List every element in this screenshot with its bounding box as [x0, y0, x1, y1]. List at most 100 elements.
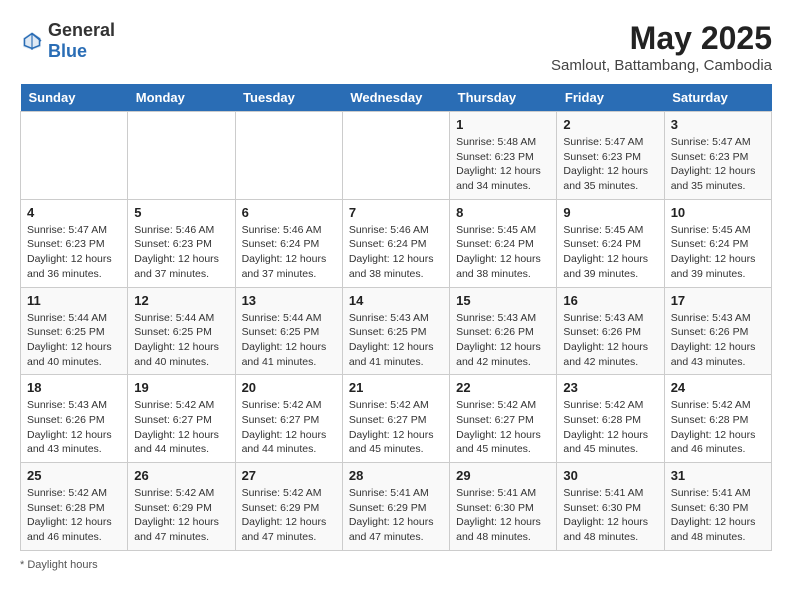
day-number: 15	[456, 293, 550, 308]
day-info: Sunrise: 5:44 AM Sunset: 6:25 PM Dayligh…	[27, 311, 121, 370]
logo-general: General	[48, 20, 115, 40]
day-info: Sunrise: 5:43 AM Sunset: 6:26 PM Dayligh…	[671, 311, 765, 370]
calendar-cell: 17 Sunrise: 5:43 AM Sunset: 6:26 PM Dayli…	[664, 287, 771, 375]
day-number: 4	[27, 205, 121, 220]
calendar-week-0: 1 Sunrise: 5:48 AM Sunset: 6:23 PM Daylig…	[21, 112, 772, 200]
day-header-wednesday: Wednesday	[342, 84, 449, 112]
day-info: Sunrise: 5:47 AM Sunset: 6:23 PM Dayligh…	[27, 223, 121, 282]
calendar-cell: 8Sunrise: 5:45 AM Sunset: 6:24 PM Daylig…	[450, 199, 557, 287]
calendar-cell: 7 Sunrise: 5:46 AM Sunset: 6:24 PM Daylig…	[342, 199, 449, 287]
calendar-cell: 13Sunrise: 5:44 AM Sunset: 6:25 PM Dayli…	[235, 287, 342, 375]
day-info: Sunrise: 5:43 AM Sunset: 6:26 PM Dayligh…	[563, 311, 657, 370]
calendar-week-1: 4 Sunrise: 5:47 AM Sunset: 6:23 PM Daylig…	[21, 199, 772, 287]
calendar-cell: 9Sunrise: 5:45 AM Sunset: 6:24 PM Daylig…	[557, 199, 664, 287]
calendar-cell: 27 Sunrise: 5:42 AM Sunset: 6:29 PM Dayli…	[235, 463, 342, 551]
calendar-cell: 15Sunrise: 5:43 AM Sunset: 6:26 PM Dayli…	[450, 287, 557, 375]
day-number: 18	[27, 380, 121, 395]
day-info: Sunrise: 5:47 AM Sunset: 6:23 PM Dayligh…	[563, 135, 657, 194]
footer-note: * Daylight hours	[20, 559, 772, 571]
days-header-row: SundayMondayTuesdayWednesdayThursdayFrid…	[21, 84, 772, 112]
day-number: 14	[349, 293, 443, 308]
day-number: 30	[563, 468, 657, 483]
day-number: 26	[134, 468, 228, 483]
location: Samlout, Battambang, Cambodia	[551, 57, 772, 74]
calendar-cell: 16 Sunrise: 5:43 AM Sunset: 6:26 PM Dayli…	[557, 287, 664, 375]
calendar-cell: 5 Sunrise: 5:46 AM Sunset: 6:23 PM Daylig…	[128, 199, 235, 287]
day-number: 28	[349, 468, 443, 483]
calendar-cell: 14 Sunrise: 5:43 AM Sunset: 6:25 PM Dayli…	[342, 287, 449, 375]
day-number: 25	[27, 468, 121, 483]
day-number: 31	[671, 468, 765, 483]
day-number: 6	[242, 205, 336, 220]
day-header-tuesday: Tuesday	[235, 84, 342, 112]
day-info: Sunrise: 5:42 AM Sunset: 6:27 PM Dayligh…	[242, 398, 336, 457]
day-info: Sunrise: 5:44 AM Sunset: 6:25 PM Dayligh…	[134, 311, 228, 370]
day-number: 24	[671, 380, 765, 395]
day-info: Sunrise: 5:44 AM Sunset: 6:25 PM Dayligh…	[242, 311, 336, 370]
calendar-cell: 2 Sunrise: 5:47 AM Sunset: 6:23 PM Daylig…	[557, 112, 664, 200]
day-number: 2	[563, 117, 657, 132]
calendar-cell: 18 Sunrise: 5:43 AM Sunset: 6:26 PM Dayli…	[21, 375, 128, 463]
day-number: 7	[349, 205, 443, 220]
calendar-cell: 11 Sunrise: 5:44 AM Sunset: 6:25 PM Dayli…	[21, 287, 128, 375]
calendar-table: SundayMondayTuesdayWednesdayThursdayFrid…	[20, 84, 772, 551]
day-info: Sunrise: 5:42 AM Sunset: 6:28 PM Dayligh…	[671, 398, 765, 457]
day-number: 22	[456, 380, 550, 395]
calendar-cell: 6Sunrise: 5:46 AM Sunset: 6:24 PM Daylig…	[235, 199, 342, 287]
calendar-cell: 20 Sunrise: 5:42 AM Sunset: 6:27 PM Dayli…	[235, 375, 342, 463]
calendar-cell: 3Sunrise: 5:47 AM Sunset: 6:23 PM Daylig…	[664, 112, 771, 200]
calendar-cell: 31 Sunrise: 5:41 AM Sunset: 6:30 PM Dayli…	[664, 463, 771, 551]
title-block: May 2025 Samlout, Battambang, Cambodia	[551, 20, 772, 74]
day-info: Sunrise: 5:42 AM Sunset: 6:28 PM Dayligh…	[27, 486, 121, 545]
day-number: 5	[134, 205, 228, 220]
day-info: Sunrise: 5:46 AM Sunset: 6:24 PM Dayligh…	[349, 223, 443, 282]
day-header-monday: Monday	[128, 84, 235, 112]
day-number: 20	[242, 380, 336, 395]
calendar-cell: 29Sunrise: 5:41 AM Sunset: 6:30 PM Dayli…	[450, 463, 557, 551]
calendar-cell: 1 Sunrise: 5:48 AM Sunset: 6:23 PM Daylig…	[450, 112, 557, 200]
day-info: Sunrise: 5:42 AM Sunset: 6:28 PM Dayligh…	[563, 398, 657, 457]
day-number: 12	[134, 293, 228, 308]
day-number: 19	[134, 380, 228, 395]
day-info: Sunrise: 5:41 AM Sunset: 6:30 PM Dayligh…	[456, 486, 550, 545]
day-number: 1	[456, 117, 550, 132]
day-number: 10	[671, 205, 765, 220]
calendar-cell	[21, 112, 128, 200]
logo-text: General Blue	[48, 20, 115, 62]
day-number: 16	[563, 293, 657, 308]
logo-icon	[20, 29, 44, 53]
day-info: Sunrise: 5:43 AM Sunset: 6:26 PM Dayligh…	[27, 398, 121, 457]
day-header-sunday: Sunday	[21, 84, 128, 112]
day-number: 8	[456, 205, 550, 220]
calendar-cell: 24 Sunrise: 5:42 AM Sunset: 6:28 PM Dayli…	[664, 375, 771, 463]
day-number: 11	[27, 293, 121, 308]
day-number: 27	[242, 468, 336, 483]
day-info: Sunrise: 5:42 AM Sunset: 6:29 PM Dayligh…	[242, 486, 336, 545]
calendar-week-3: 18 Sunrise: 5:43 AM Sunset: 6:26 PM Dayli…	[21, 375, 772, 463]
calendar-cell: 28Sunrise: 5:41 AM Sunset: 6:29 PM Dayli…	[342, 463, 449, 551]
day-number: 9	[563, 205, 657, 220]
day-number: 23	[563, 380, 657, 395]
day-info: Sunrise: 5:41 AM Sunset: 6:30 PM Dayligh…	[563, 486, 657, 545]
day-info: Sunrise: 5:42 AM Sunset: 6:29 PM Dayligh…	[134, 486, 228, 545]
day-header-saturday: Saturday	[664, 84, 771, 112]
day-info: Sunrise: 5:42 AM Sunset: 6:27 PM Dayligh…	[134, 398, 228, 457]
day-header-friday: Friday	[557, 84, 664, 112]
day-info: Sunrise: 5:42 AM Sunset: 6:27 PM Dayligh…	[456, 398, 550, 457]
day-info: Sunrise: 5:43 AM Sunset: 6:25 PM Dayligh…	[349, 311, 443, 370]
calendar-cell	[235, 112, 342, 200]
day-info: Sunrise: 5:41 AM Sunset: 6:30 PM Dayligh…	[671, 486, 765, 545]
calendar-cell	[342, 112, 449, 200]
month-year: May 2025	[551, 20, 772, 57]
day-number: 17	[671, 293, 765, 308]
calendar-week-2: 11 Sunrise: 5:44 AM Sunset: 6:25 PM Dayli…	[21, 287, 772, 375]
logo: General Blue	[20, 20, 115, 62]
day-info: Sunrise: 5:48 AM Sunset: 6:23 PM Dayligh…	[456, 135, 550, 194]
day-header-thursday: Thursday	[450, 84, 557, 112]
logo-blue: Blue	[48, 41, 87, 61]
calendar-week-4: 25 Sunrise: 5:42 AM Sunset: 6:28 PM Dayli…	[21, 463, 772, 551]
day-info: Sunrise: 5:46 AM Sunset: 6:23 PM Dayligh…	[134, 223, 228, 282]
calendar-cell: 19 Sunrise: 5:42 AM Sunset: 6:27 PM Dayli…	[128, 375, 235, 463]
calendar-cell: 12 Sunrise: 5:44 AM Sunset: 6:25 PM Dayli…	[128, 287, 235, 375]
calendar-cell: 25 Sunrise: 5:42 AM Sunset: 6:28 PM Dayli…	[21, 463, 128, 551]
